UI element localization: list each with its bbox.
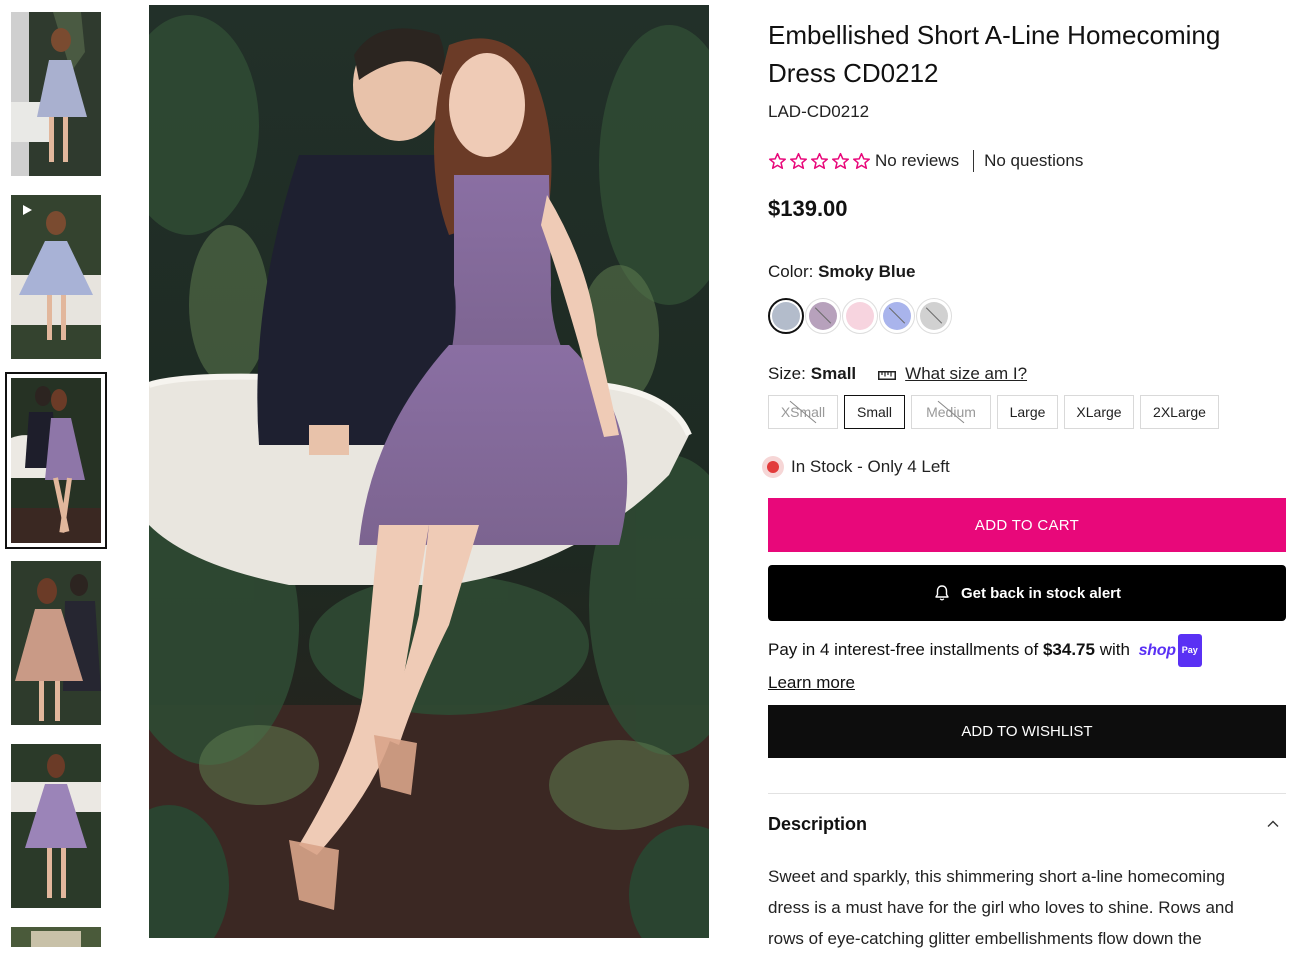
thumbnail-3[interactable] — [5, 372, 107, 549]
size-option-label: Small — [856, 404, 892, 420]
installments-prefix: Pay in 4 interest-free installments of — [768, 640, 1043, 659]
size-option-small[interactable]: Small — [844, 395, 905, 429]
size-options: XSmall Small Medium Large XLarge 2XLarge — [768, 395, 1219, 429]
size-option-xsmall[interactable]: XSmall — [768, 395, 838, 429]
description-accordion-header[interactable]: Description — [768, 806, 1286, 842]
add-to-wishlist-button[interactable]: ADD TO WISHLIST — [768, 705, 1286, 758]
thumbnail-image — [11, 378, 101, 543]
bell-icon — [935, 585, 949, 601]
star-outline-icon — [789, 152, 808, 169]
chevron-up-icon — [1267, 820, 1279, 827]
unavailable-slash — [814, 307, 832, 324]
color-label: Color: Smoky Blue — [768, 262, 915, 282]
stock-alert-label: Get back in stock alert — [960, 584, 1122, 602]
size-option-medium[interactable]: Medium — [911, 395, 991, 429]
star-outline-icon — [831, 152, 850, 169]
rating-divider — [973, 150, 975, 172]
swatch-fill — [846, 302, 874, 330]
play-icon — [23, 205, 32, 215]
size-option-xlarge[interactable]: XLarge — [1064, 395, 1134, 429]
product-price: $139.00 — [768, 196, 848, 221]
selected-color: Smoky Blue — [818, 262, 916, 281]
swatch-fill — [883, 302, 911, 330]
main-product-image[interactable] — [149, 5, 709, 938]
add-to-cart-button[interactable]: ADD TO CART — [768, 498, 1286, 552]
thumbnail-5[interactable] — [11, 744, 101, 908]
product-sku: LAD-CD0212 — [768, 102, 870, 121]
stock-indicator-icon — [762, 456, 784, 478]
reviews-link[interactable]: No reviews — [875, 151, 959, 171]
star-outline-icon — [810, 152, 829, 169]
size-option-label: 2XLarge — [1153, 404, 1206, 420]
color-swatch-periwinkle[interactable] — [879, 298, 915, 334]
color-swatch-smoky-blue[interactable] — [768, 298, 804, 334]
size-guide-text: What size am I? — [905, 364, 1028, 383]
thumbnail-image — [11, 12, 101, 176]
stock-alert-button[interactable]: Get back in stock alert — [768, 565, 1286, 621]
color-swatches — [768, 298, 952, 334]
installments-amount: $34.75 — [1042, 640, 1095, 659]
color-swatch-silver[interactable] — [916, 298, 952, 334]
color-swatch-lavender[interactable] — [805, 298, 841, 334]
installments-suffix: with — [1094, 640, 1130, 659]
size-option-label: XLarge — [1076, 404, 1122, 420]
size-option-2xlarge[interactable]: 2XLarge — [1140, 395, 1219, 429]
thumbnail-image — [11, 927, 101, 947]
stock-status: In Stock - Only 4 Left — [762, 456, 950, 478]
product-title: Embellished Short A-Line Homecoming Dres… — [768, 20, 1221, 88]
thumbnail-2[interactable] — [11, 195, 101, 359]
unavailable-slash — [925, 307, 943, 324]
product-photo — [149, 5, 709, 938]
star-outline-icon — [852, 152, 871, 169]
learn-more-link[interactable]: Learn more — [768, 673, 855, 692]
description-text: Sweet and sparkly, this shimmering short… — [768, 867, 1234, 948]
shop-pay-logo: shop Pay — [1138, 634, 1202, 668]
thumbnail-6[interactable] — [11, 927, 101, 947]
size-guide-link[interactable]: What size am I? — [878, 364, 1027, 384]
stock-text: In Stock - Only 4 Left — [791, 457, 950, 476]
color-swatch-blush[interactable] — [842, 298, 878, 334]
size-label-row: Size: Small What size am I? — [768, 364, 1027, 384]
ruler-icon — [878, 371, 897, 380]
thumbnail-rail — [0, 0, 120, 947]
installments-info: Pay in 4 interest-free installments of $… — [768, 634, 1286, 698]
thumbnail-image — [11, 744, 101, 908]
description-heading: Description — [768, 813, 868, 834]
color-label-text: Color: — [768, 262, 814, 281]
swatch-fill — [920, 302, 948, 330]
star-rating[interactable] — [768, 152, 871, 171]
thumbnail-4[interactable] — [11, 561, 101, 725]
size-label-text: Size: — [768, 364, 806, 383]
selected-size: Small — [810, 364, 857, 383]
rating-row: No reviews No questions — [768, 148, 1083, 174]
section-divider — [768, 793, 1286, 794]
size-option-large[interactable]: Large — [997, 395, 1058, 429]
swatch-fill — [772, 302, 800, 330]
thumbnail-image — [11, 561, 101, 725]
star-outline-icon — [768, 152, 787, 169]
thumbnail-image — [11, 195, 101, 359]
size-option-label: Large — [1009, 404, 1046, 420]
shop-pay-badge: Pay — [1177, 634, 1202, 668]
swatch-fill — [809, 302, 837, 330]
unavailable-slash — [888, 307, 906, 324]
questions-link[interactable]: No questions — [984, 151, 1083, 171]
thumbnail-1[interactable] — [11, 12, 101, 176]
shop-pay-word: shop — [1138, 642, 1176, 660]
